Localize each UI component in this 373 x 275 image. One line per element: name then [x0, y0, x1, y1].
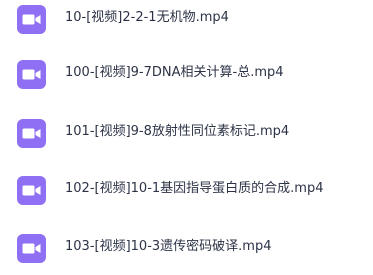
file-name: 103-[视频]10-3遗传密码破译.mp4	[65, 239, 272, 254]
video-file-icon	[17, 176, 46, 205]
video-file-icon	[17, 60, 46, 89]
video-file-icon	[17, 234, 46, 263]
file-row[interactable]: 10-[视频]2-2-1无机物.mp4	[0, 2, 373, 42]
file-list: 10-[视频]2-2-1无机物.mp4 100-[视频]9-7DNA相关计算-总…	[0, 0, 373, 275]
video-file-icon	[17, 119, 46, 148]
file-row[interactable]: 103-[视频]10-3遗传密码破译.mp4	[0, 231, 373, 271]
file-row[interactable]: 100-[视频]9-7DNA相关计算-总.mp4	[0, 57, 373, 97]
file-row[interactable]: 102-[视频]10-1基因指导蛋白质的合成.mp4	[0, 173, 373, 213]
video-file-icon	[17, 5, 46, 34]
file-name: 100-[视频]9-7DNA相关计算-总.mp4	[65, 65, 284, 80]
file-name: 10-[视频]2-2-1无机物.mp4	[65, 10, 229, 25]
file-row[interactable]: 101-[视频]9-8放射性同位素标记.mp4	[0, 116, 373, 156]
file-name: 101-[视频]9-8放射性同位素标记.mp4	[65, 124, 290, 139]
file-name: 102-[视频]10-1基因指导蛋白质的合成.mp4	[65, 181, 324, 196]
